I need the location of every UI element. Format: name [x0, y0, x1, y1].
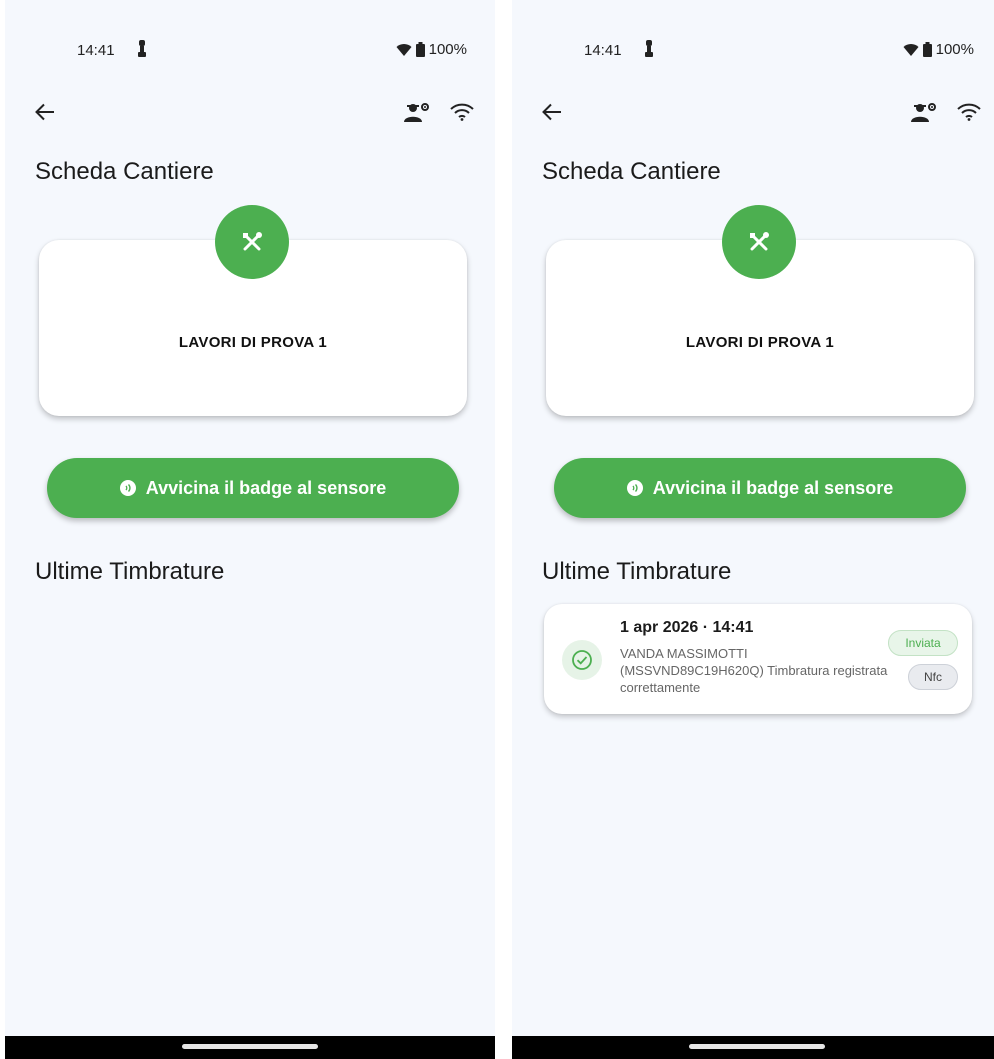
home-gesture-handle[interactable] — [689, 1044, 825, 1049]
screen-after-stamp: 14:41 100% Scheda Cantiere LAVORI DI PRO… — [512, 0, 994, 1059]
arrow-back-icon — [35, 103, 54, 121]
tools-icon — [750, 232, 769, 251]
workers-settings-icon — [911, 103, 936, 122]
connection-status-button[interactable] — [954, 98, 984, 126]
page-title: Scheda Cantiere — [542, 158, 721, 185]
nfc-badge-button[interactable]: Avvicina il badge al sensore — [47, 458, 459, 518]
battery-percent: 100% — [935, 41, 974, 58]
recent-stamps-title: Ultime Timbrature — [35, 558, 225, 585]
app-bar — [5, 92, 495, 132]
stamp-method-chip: Nfc — [908, 664, 958, 690]
site-name: LAVORI DI PROVA 1 — [685, 334, 835, 351]
wifi-icon — [450, 103, 474, 121]
stamp-status-chip: Inviata — [888, 630, 958, 656]
site-name: LAVORI DI PROVA 1 — [178, 334, 328, 351]
navigation-bar — [512, 1036, 994, 1059]
status-time: 14:41 — [77, 42, 115, 59]
battery-icon — [415, 42, 425, 57]
stamp-description: VANDA MASSIMOTTI (MSSVND89C19H620Q) Timb… — [620, 646, 888, 695]
wifi-signal-icon — [903, 43, 919, 56]
site-avatar — [215, 205, 289, 279]
screen-lock-icon — [138, 40, 146, 57]
battery-percent: 100% — [428, 41, 467, 58]
wifi-icon — [957, 103, 981, 121]
page-title: Scheda Cantiere — [35, 158, 214, 185]
nfc-badge-button-label: Avvicina il badge al sensore — [652, 477, 894, 498]
site-avatar — [722, 205, 796, 279]
back-button[interactable] — [31, 98, 59, 126]
navigation-bar — [5, 1036, 495, 1059]
status-bar: 14:41 100% — [5, 38, 495, 66]
arrow-back-icon — [542, 103, 561, 121]
nfc-badge-button-label: Avvicina il badge al sensore — [145, 477, 387, 498]
stamp-datetime: 1 apr 2026 · 14:41 — [620, 619, 754, 636]
recent-stamps-title: Ultime Timbrature — [542, 558, 732, 585]
screen-before-stamp: 14:41 100% Scheda Cantiere LAVORI DI PRO… — [5, 0, 495, 1059]
battery-icon — [922, 42, 932, 57]
app-bar — [512, 92, 994, 132]
workers-settings-icon — [404, 103, 429, 122]
nfc-icon — [119, 480, 136, 496]
screen-lock-icon — [645, 40, 653, 57]
connection-status-button[interactable] — [447, 98, 477, 126]
status-time: 14:41 — [584, 42, 622, 59]
tools-icon — [243, 232, 262, 251]
nfc-icon — [626, 480, 643, 496]
check-circle-icon — [562, 640, 602, 680]
home-gesture-handle[interactable] — [182, 1044, 318, 1049]
back-button[interactable] — [538, 98, 566, 126]
status-bar: 14:41 100% — [512, 38, 994, 66]
workers-settings-button[interactable] — [401, 98, 433, 126]
nfc-badge-button[interactable]: Avvicina il badge al sensore — [554, 458, 966, 518]
wifi-signal-icon — [396, 43, 412, 56]
workers-settings-button[interactable] — [908, 98, 940, 126]
stamp-list-item[interactable]: 1 apr 2026 · 14:41 VANDA MASSIMOTTI (MSS… — [544, 604, 972, 714]
